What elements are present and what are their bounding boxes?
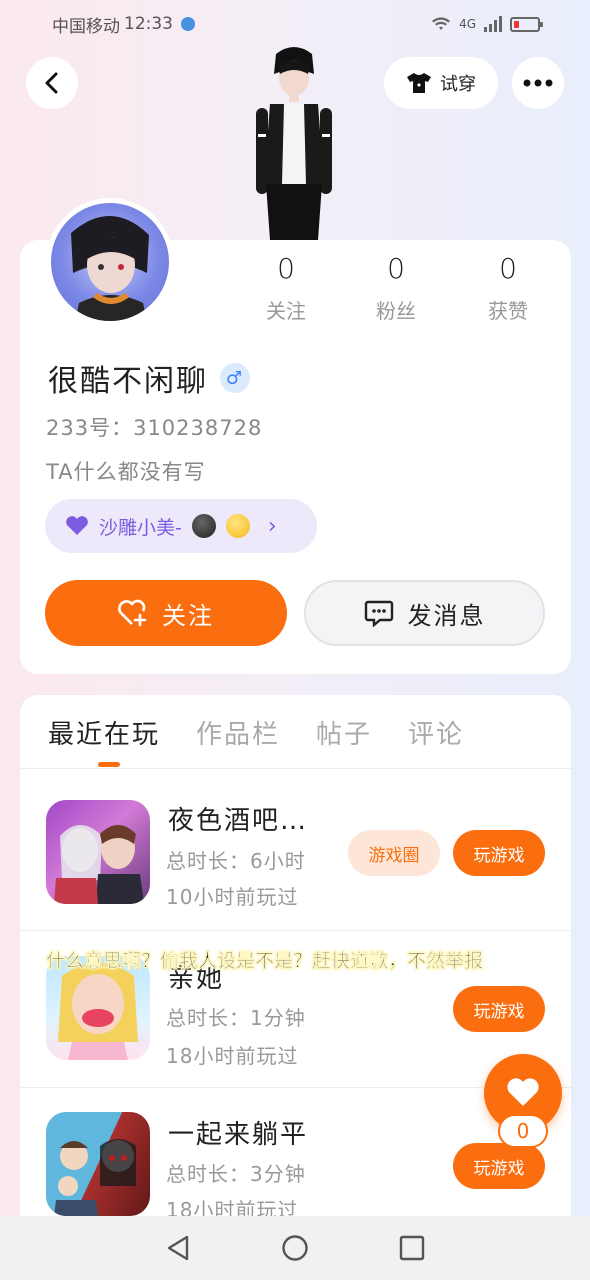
tab-works[interactable]: 作品栏	[196, 714, 280, 751]
game-title[interactable]: 夜色酒吧…	[168, 800, 308, 837]
avatar-portrait	[71, 215, 149, 321]
message-button[interactable]: 发消息	[304, 580, 545, 646]
game-icon-night-bar[interactable]	[46, 800, 150, 904]
home-circle-icon[interactable]	[281, 1234, 309, 1262]
notification-icon	[181, 17, 195, 31]
profile-tabs: 最近在玩 作品栏 帖子 评论	[48, 714, 464, 751]
dark-face-emoji-icon	[191, 514, 216, 538]
system-nav-bar	[0, 1216, 590, 1280]
tab-comments[interactable]: 评论	[408, 714, 464, 751]
stat-likes[interactable]: 0 获赞	[458, 252, 558, 324]
play-game-button[interactable]: 玩游戏	[453, 830, 545, 876]
overlay-subtitle: 什么意思啊？偷我人设是不是？赶快道歉，不然举报	[46, 950, 484, 972]
game-last-played: 10小时前玩过	[166, 885, 299, 909]
relation-tag-text: 沙雕小美-	[99, 516, 182, 539]
recents-square-icon[interactable]	[399, 1235, 425, 1261]
game-icon-lie-flat[interactable]	[46, 1112, 150, 1216]
more-button[interactable]	[512, 57, 564, 109]
battery-icon	[510, 16, 543, 32]
status-time: 12:33	[124, 14, 173, 34]
tshirt-icon	[407, 73, 431, 93]
stat-value: 0	[387, 252, 405, 285]
carrier-label: 中国移动	[52, 16, 120, 37]
divider	[20, 768, 571, 769]
avatar[interactable]	[46, 198, 174, 326]
chevron-left-icon	[45, 72, 58, 94]
play-game-button[interactable]: 玩游戏	[453, 986, 545, 1032]
game-title[interactable]: 一起来躺平	[168, 1114, 308, 1151]
network-type: 4G	[459, 17, 476, 31]
tryon-button[interactable]: 试穿	[384, 57, 498, 109]
follow-button[interactable]: 关注	[45, 580, 287, 646]
divider	[20, 930, 571, 931]
tab-recent-play[interactable]: 最近在玩	[48, 714, 160, 751]
stat-following[interactable]: 0 关注	[236, 252, 336, 324]
stat-fans[interactable]: 0 粉丝	[346, 252, 446, 324]
game-duration: 总时长：3分钟	[166, 1162, 306, 1186]
game-circle-button[interactable]: 游戏圈	[348, 830, 440, 876]
heart-icon	[507, 1078, 539, 1106]
follow-label: 关注	[162, 601, 214, 630]
user-bio: TA什么都没有写	[46, 460, 206, 484]
back-triangle-icon[interactable]	[165, 1234, 191, 1262]
game-duration: 总时长：1分钟	[166, 1006, 306, 1030]
signal-icon	[484, 16, 502, 32]
tab-posts[interactable]: 帖子	[316, 714, 372, 751]
stat-label: 关注	[266, 299, 306, 323]
play-game-button[interactable]: 玩游戏	[453, 1143, 545, 1189]
smirk-emoji-icon	[225, 514, 250, 538]
more-dots-icon	[523, 79, 553, 87]
male-gender-icon: ♂	[220, 363, 250, 393]
avatar-3d-figure[interactable]	[248, 44, 340, 240]
chat-bubble-icon	[364, 600, 393, 627]
game-duration: 总时长：6小时	[166, 849, 306, 873]
stat-label: 粉丝	[376, 299, 416, 323]
game-last-played: 18小时前玩过	[166, 1044, 299, 1068]
message-label: 发消息	[407, 601, 486, 630]
stat-label: 获赞	[488, 299, 528, 323]
stat-value: 0	[277, 252, 295, 285]
profile-name: 很酷不闲聊	[48, 364, 208, 399]
wifi-icon	[432, 17, 451, 30]
status-bar: 中国移动 12:33 4G	[0, 0, 590, 48]
stat-value: 0	[499, 252, 517, 285]
tryon-label: 试穿	[440, 74, 476, 95]
like-count: 0	[498, 1114, 548, 1148]
user-id: 233号：310238728	[46, 416, 263, 440]
heart-plus-icon	[118, 599, 147, 627]
back-button[interactable]	[26, 57, 78, 109]
profile-name-row: 很酷不闲聊 ♂	[48, 356, 250, 400]
heart-icon	[66, 516, 88, 535]
relation-tag[interactable]: 沙雕小美- ›	[45, 499, 317, 553]
chevron-right-icon: ›	[267, 513, 277, 539]
tab-indicator	[98, 762, 120, 767]
